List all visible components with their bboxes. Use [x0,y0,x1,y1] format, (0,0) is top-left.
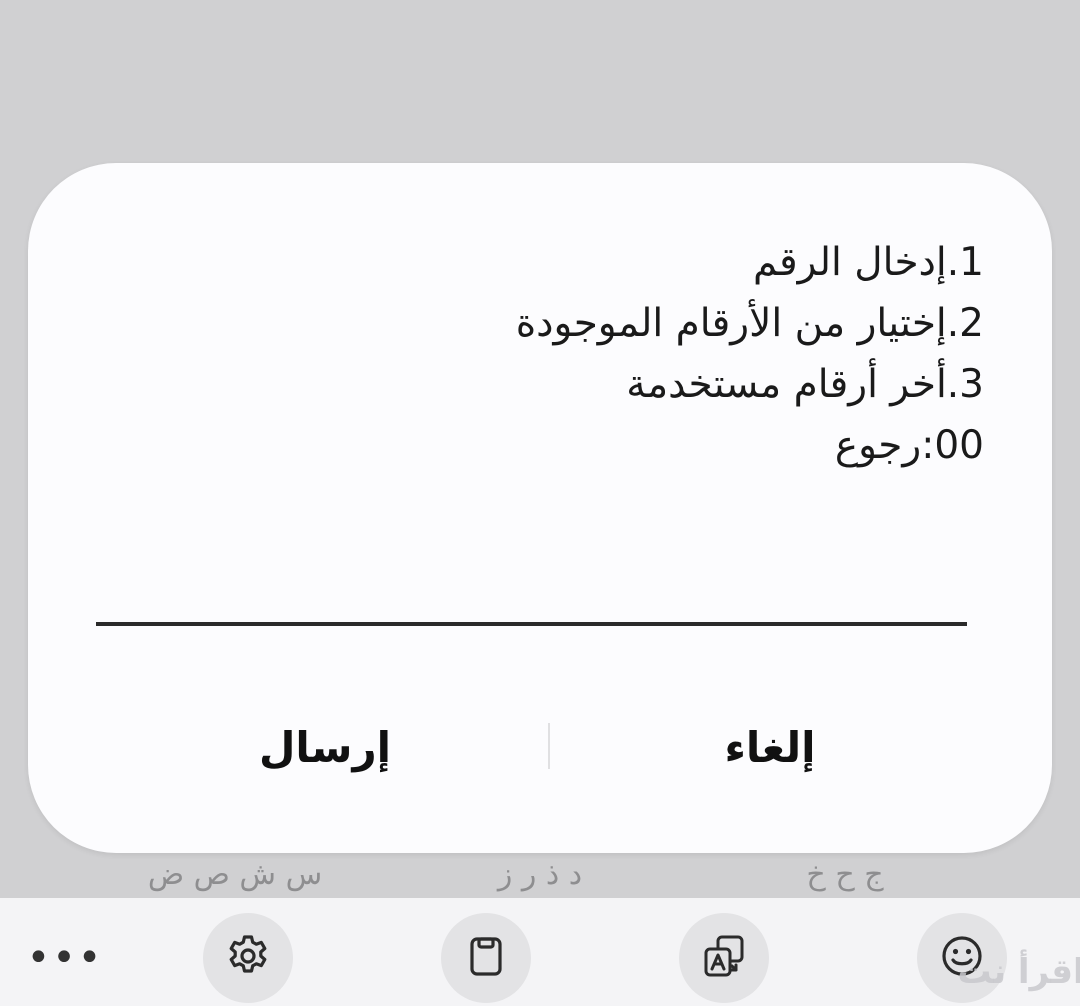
key-hint-jeem-kha: ج ح خ [806,856,884,892]
menu-option-2: 2.إختيار من الأرقام الموجودة [515,301,984,346]
more-options-button[interactable]: ••• [27,930,102,986]
clipboard-icon [462,932,510,984]
cancel-button[interactable]: إلغاء [655,712,885,782]
translate-icon [700,932,748,984]
keyboard-toolbar [0,898,1080,1006]
menu-option-3: 3.أخر أرقام مستخدمة [626,362,984,407]
menu-option-back: 00:رجوع [834,423,984,468]
key-hint-seen-dad: س ش ص ض [147,856,323,892]
translate-button[interactable] [679,913,769,1003]
keyboard-settings-button[interactable] [203,913,293,1003]
ussd-message: 1.إدخال الرقم 2.إختيار من الأرقام الموجو… [516,232,984,476]
key-hint-dal-zay: د ذ ر ز [497,856,583,892]
send-button[interactable]: إرسال [210,712,440,782]
menu-option-1: 1.إدخال الرقم [753,240,984,285]
gear-icon [224,932,272,984]
reply-input[interactable] [96,622,967,626]
button-divider [548,723,550,769]
watermark-logo: اقرأ نت [957,952,1080,992]
clipboard-button[interactable] [441,913,531,1003]
